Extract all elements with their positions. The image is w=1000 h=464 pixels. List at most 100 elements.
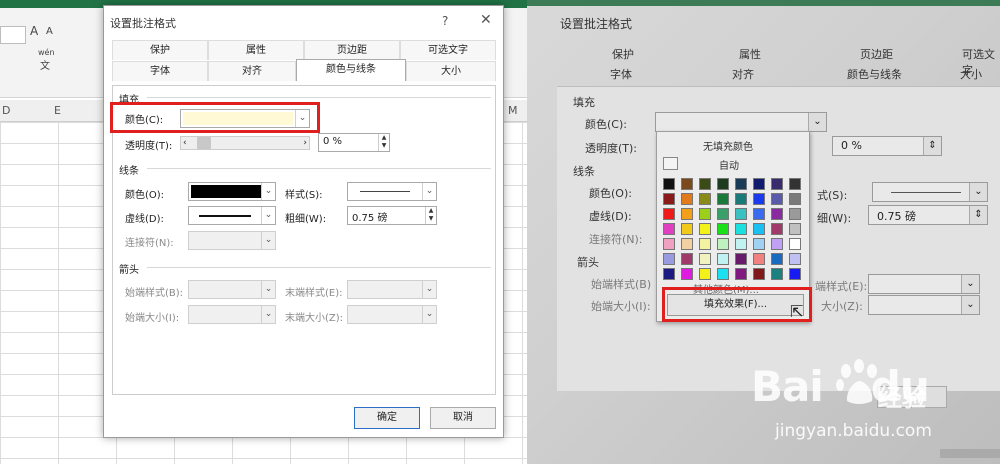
- font-size-combo[interactable]: [0, 26, 26, 44]
- column-header-d[interactable]: D: [2, 104, 10, 117]
- tab-size[interactable]: 大小: [960, 66, 982, 82]
- color-swatch[interactable]: [771, 208, 783, 220]
- tab-alignment[interactable]: 对齐: [732, 66, 754, 82]
- grow-font-icon[interactable]: A: [30, 24, 38, 38]
- color-swatch[interactable]: [681, 238, 693, 250]
- chevron-down-icon[interactable]: ⌄: [422, 306, 436, 323]
- line-style-combo[interactable]: ⌄: [347, 182, 437, 201]
- color-swatch[interactable]: [789, 253, 801, 265]
- color-swatch[interactable]: [681, 193, 693, 205]
- slider-right-icon[interactable]: ›: [303, 137, 307, 149]
- spinner-arrows-icon[interactable]: ▲ ▼: [425, 207, 436, 224]
- color-swatch[interactable]: [699, 223, 711, 235]
- color-swatch[interactable]: [735, 193, 747, 205]
- color-swatch[interactable]: [735, 238, 747, 250]
- color-swatch[interactable]: [789, 208, 801, 220]
- chevron-down-icon[interactable]: ⌄: [261, 207, 275, 224]
- color-swatch[interactable]: [717, 223, 729, 235]
- chevron-down-icon[interactable]: ⌄: [422, 281, 436, 298]
- tab-protection[interactable]: 保护: [612, 46, 634, 62]
- begin-style-combo[interactable]: ⌄: [188, 280, 276, 299]
- tab-properties[interactable]: 属性: [739, 46, 761, 62]
- tab-size[interactable]: 大小: [406, 61, 496, 81]
- begin-size-combo[interactable]: ⌄: [188, 305, 276, 324]
- auto-option[interactable]: 自动: [719, 157, 739, 172]
- fill-color-combo[interactable]: ⌄: [655, 112, 827, 132]
- color-swatch[interactable]: [699, 208, 711, 220]
- color-swatch[interactable]: [789, 193, 801, 205]
- color-swatch[interactable]: [753, 253, 765, 265]
- color-swatch[interactable]: [789, 178, 801, 190]
- color-swatch[interactable]: [771, 193, 783, 205]
- color-swatch[interactable]: [717, 253, 729, 265]
- color-swatch[interactable]: [753, 268, 765, 280]
- end-size-combo[interactable]: ⌄: [868, 295, 980, 315]
- color-swatch[interactable]: [663, 253, 675, 265]
- color-swatch[interactable]: [717, 208, 729, 220]
- cancel-button[interactable]: 取消: [430, 407, 496, 429]
- color-swatch[interactable]: [663, 268, 675, 280]
- color-swatch[interactable]: [663, 238, 675, 250]
- end-size-combo[interactable]: ⌄: [347, 305, 437, 324]
- color-swatch[interactable]: [663, 223, 675, 235]
- close-icon[interactable]: ✕: [480, 12, 492, 28]
- color-swatch[interactable]: [681, 208, 693, 220]
- chevron-down-icon[interactable]: ⌄: [422, 183, 436, 200]
- column-header-e[interactable]: E: [54, 104, 61, 117]
- color-swatch[interactable]: [699, 238, 711, 250]
- slider-thumb[interactable]: [197, 137, 211, 149]
- chevron-down-icon[interactable]: ⌄: [261, 232, 275, 249]
- chevron-down-icon[interactable]: ⌄: [261, 306, 275, 323]
- chevron-down-icon[interactable]: ⌄: [261, 281, 275, 298]
- tab-protection[interactable]: 保护: [112, 40, 208, 60]
- tab-margins[interactable]: 页边距: [304, 40, 400, 60]
- slider-left-icon[interactable]: ‹: [183, 137, 187, 149]
- color-swatch[interactable]: [663, 178, 675, 190]
- tab-colors-lines[interactable]: 颜色与线条: [296, 59, 406, 81]
- color-swatch[interactable]: [717, 193, 729, 205]
- transparency-spinner[interactable]: 0 % ⇕: [832, 136, 942, 156]
- column-header-m[interactable]: M: [508, 104, 518, 117]
- weight-spinner[interactable]: 0.75 磅 ▲ ▼: [347, 206, 437, 225]
- color-swatch[interactable]: [663, 193, 675, 205]
- color-swatch[interactable]: [681, 253, 693, 265]
- color-swatch[interactable]: [681, 268, 693, 280]
- color-swatch[interactable]: [753, 223, 765, 235]
- color-swatch[interactable]: [717, 268, 729, 280]
- ok-button[interactable]: 确定: [354, 407, 420, 429]
- color-swatch[interactable]: [753, 193, 765, 205]
- color-swatch[interactable]: [753, 208, 765, 220]
- tab-alignment[interactable]: 对齐: [208, 61, 296, 81]
- chevron-down-icon[interactable]: ⌄: [261, 183, 275, 200]
- color-swatch[interactable]: [699, 253, 711, 265]
- color-swatch[interactable]: [717, 178, 729, 190]
- line-style-combo[interactable]: ⌄: [872, 182, 988, 202]
- transparency-slider[interactable]: ‹ ›: [180, 136, 310, 150]
- color-swatch[interactable]: [681, 223, 693, 235]
- color-swatch[interactable]: [753, 178, 765, 190]
- color-swatch[interactable]: [735, 268, 747, 280]
- no-fill-option[interactable]: 无填充颜色: [703, 138, 753, 153]
- color-swatch[interactable]: [771, 253, 783, 265]
- chevron-down-icon[interactable]: ⌄: [969, 183, 987, 201]
- tab-margins[interactable]: 页边距: [860, 46, 893, 62]
- color-swatch[interactable]: [771, 268, 783, 280]
- scrollbar[interactable]: [940, 449, 1000, 458]
- color-swatch[interactable]: [735, 208, 747, 220]
- auto-swatch[interactable]: [663, 157, 678, 170]
- color-swatch[interactable]: [789, 268, 801, 280]
- color-swatch[interactable]: [789, 238, 801, 250]
- transparency-spinner[interactable]: 0 % ▲ ▼: [318, 133, 390, 152]
- end-style-combo[interactable]: ⌄: [868, 274, 980, 294]
- connector-combo[interactable]: ⌄: [188, 231, 276, 250]
- phonetic-icon[interactable]: wén: [38, 48, 55, 57]
- color-swatch[interactable]: [789, 223, 801, 235]
- tab-alt-text[interactable]: 可选文字: [400, 40, 496, 60]
- dash-combo[interactable]: ⌄: [188, 206, 276, 225]
- color-swatch[interactable]: [699, 268, 711, 280]
- color-swatch[interactable]: [681, 178, 693, 190]
- spinner-arrows-icon[interactable]: ▲ ▼: [378, 134, 389, 151]
- color-swatch[interactable]: [663, 208, 675, 220]
- tab-font[interactable]: 字体: [610, 66, 632, 82]
- color-swatch[interactable]: [699, 193, 711, 205]
